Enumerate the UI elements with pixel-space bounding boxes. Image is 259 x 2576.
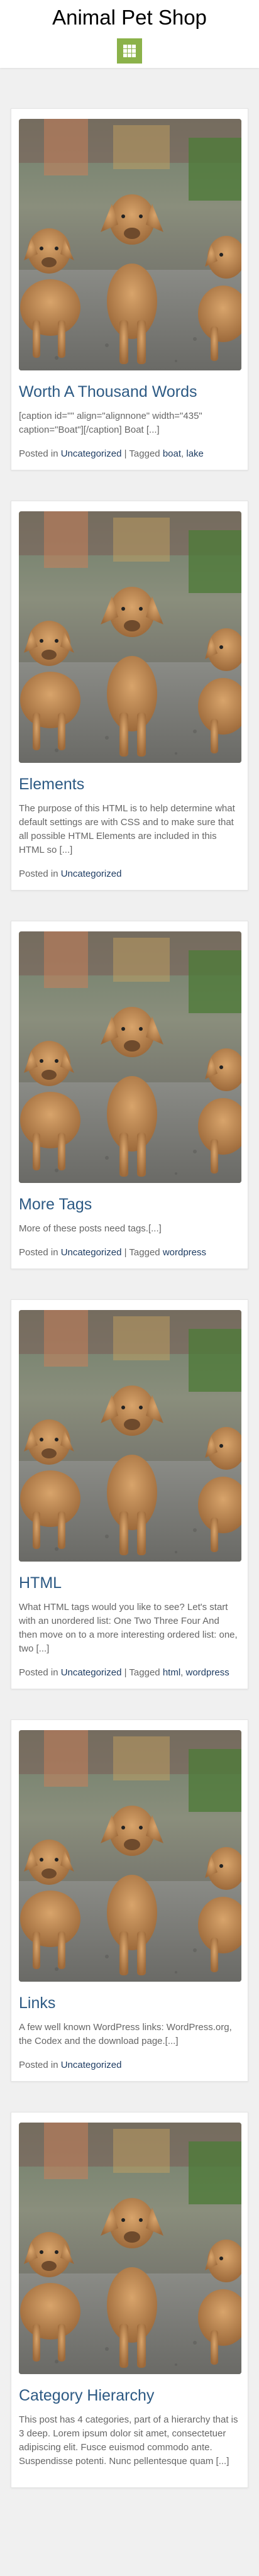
post-title-link[interactable]: Category Hierarchy: [19, 2385, 240, 2406]
grid-menu-icon: [123, 45, 136, 57]
tag-link[interactable]: wordpress: [163, 1247, 206, 1258]
post-card: Category Hierarchy This post has 4 catego…: [11, 2112, 248, 2488]
post-title-link[interactable]: Links: [19, 1993, 240, 2013]
tagged-label: | Tagged: [124, 1667, 160, 1678]
post-list: Worth A Thousand Words [caption id="" ali…: [0, 68, 259, 2488]
post-thumbnail[interactable]: [19, 931, 241, 1183]
tag-link[interactable]: lake: [186, 448, 204, 459]
post-thumbnail[interactable]: [19, 1730, 241, 1982]
post-card: Elements The purpose of this HTML is to h…: [11, 501, 248, 891]
category-link[interactable]: Uncategorized: [61, 1667, 122, 1678]
post-thumbnail[interactable]: [19, 2123, 241, 2374]
post-card: More Tags More of these posts need tags.[…: [11, 921, 248, 1269]
tag-link[interactable]: wordpress: [186, 1667, 229, 1678]
tag-link[interactable]: boat: [163, 448, 181, 459]
posted-in-label: Posted in: [19, 869, 58, 879]
menu-toggle-button[interactable]: [117, 38, 142, 64]
posted-in-label: Posted in: [19, 1247, 58, 1258]
category-link[interactable]: Uncategorized: [61, 2060, 122, 2070]
post-title-link[interactable]: More Tags: [19, 1194, 240, 1214]
tagged-label: | Tagged: [124, 1247, 160, 1258]
post-title-link[interactable]: Worth A Thousand Words: [19, 382, 240, 402]
post-excerpt: A few well known WordPress links: WordPr…: [19, 2022, 232, 2046]
post-card: HTML What HTML tags would you like to see…: [11, 1299, 248, 1689]
post-meta: Posted in Uncategorized | Tagged wordpre…: [19, 1246, 240, 1260]
tagged-label: | Tagged: [124, 448, 160, 459]
post-meta: Posted in Uncategorized: [19, 2058, 240, 2072]
post-thumbnail[interactable]: [19, 119, 241, 370]
post-meta: Posted in Uncategorized | Tagged html, w…: [19, 1667, 229, 1678]
site-title[interactable]: Animal Pet Shop: [0, 0, 259, 31]
post-meta: Posted in Uncategorized: [19, 867, 240, 881]
post-excerpt: What HTML tags would you like to see? Le…: [19, 1602, 238, 1654]
post-card: Worth A Thousand Words [caption id="" ali…: [11, 108, 248, 470]
post-excerpt: This post has 4 categories, part of a hi…: [19, 2414, 238, 2467]
posted-in-label: Posted in: [19, 2060, 58, 2070]
posted-in-label: Posted in: [19, 1667, 58, 1678]
category-link[interactable]: Uncategorized: [61, 1247, 122, 1258]
posted-in-label: Posted in: [19, 448, 58, 459]
category-link[interactable]: Uncategorized: [61, 869, 122, 879]
post-excerpt: The purpose of this HTML is to help dete…: [19, 803, 235, 855]
site-header: Animal Pet Shop: [0, 0, 259, 68]
post-thumbnail[interactable]: [19, 1310, 241, 1562]
post-excerpt: [caption id="" align="alignnone" width="…: [19, 411, 202, 435]
post-title-link[interactable]: HTML: [19, 1573, 240, 1593]
post-title-link[interactable]: Elements: [19, 774, 240, 794]
category-link[interactable]: Uncategorized: [61, 448, 122, 459]
post-card: Links A few well known WordPress links: W…: [11, 1719, 248, 2082]
post-thumbnail[interactable]: [19, 511, 241, 763]
post-excerpt: More of these posts need tags.[...]: [19, 1223, 162, 1234]
tag-link[interactable]: html: [163, 1667, 180, 1678]
post-meta: Posted in Uncategorized | Tagged boat, l…: [19, 448, 204, 459]
